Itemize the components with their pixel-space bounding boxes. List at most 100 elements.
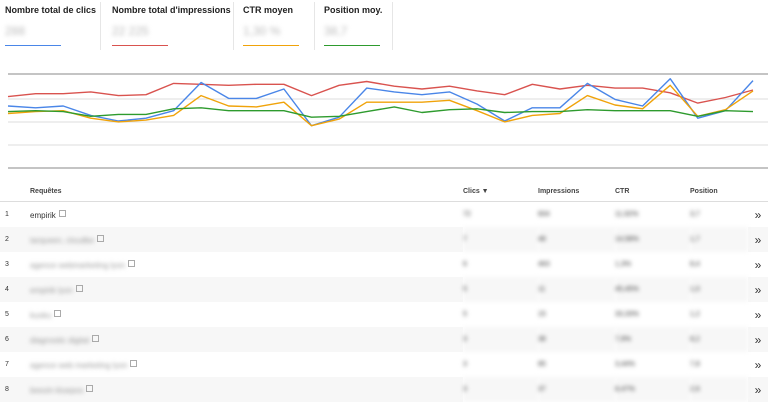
impressions-cell: 48 <box>538 227 615 252</box>
ctr-cell: 11,92% <box>615 211 639 218</box>
query-cell[interactable]: besoin kluepos <box>30 377 463 402</box>
impressions-cell: 604 <box>538 211 550 218</box>
impressions-cell: 463 <box>538 261 550 268</box>
external-link-icon[interactable] <box>128 259 136 267</box>
position-cell: 3,7 <box>690 211 700 218</box>
header-row-number <box>0 181 30 202</box>
metric-value: 22 225 <box>112 24 149 38</box>
ctr-cell: 33,33% <box>615 311 639 318</box>
query-text[interactable]: empirik lyon <box>30 286 73 295</box>
clicks-cell: 7 <box>463 227 538 252</box>
table-row[interactable]: 1 empirik 72 604 11,92% 3,7 » <box>0 202 768 228</box>
ctr-cell: 3,44% <box>615 361 635 368</box>
clicks-cell: 5 <box>463 311 467 318</box>
query-text[interactable]: tarqueen, cloudbe <box>30 236 94 245</box>
query-cell[interactable]: agence webmarketing lyon <box>30 252 463 277</box>
header-impressions[interactable]: Impressions <box>538 181 615 202</box>
chevron-right-icon[interactable]: » <box>748 277 768 302</box>
query-text[interactable]: empirik <box>30 211 56 220</box>
header-actions <box>748 181 768 202</box>
divider <box>233 2 234 50</box>
table-row[interactable]: 7 agence web marketing lyon 3 85 3,44% 7… <box>0 352 768 377</box>
chevron-right-icon[interactable]: » <box>748 227 768 252</box>
metric-total-impressions[interactable]: Nombre total d'impressions 22 225 <box>112 0 231 52</box>
external-link-icon[interactable] <box>86 384 94 392</box>
query-text[interactable]: agence web marketing lyon <box>30 361 127 370</box>
position-cell: 8,2 <box>690 327 748 352</box>
chart-series-line-0 <box>7 80 754 104</box>
metrics-bar: Nombre total de clics 288 Nombre total d… <box>0 0 768 56</box>
position-cell: 1,2 <box>690 311 700 318</box>
divider <box>100 2 101 50</box>
divider <box>314 2 315 50</box>
metric-value: 38,7 <box>324 24 348 38</box>
ctr-cell: 7,9% <box>615 327 690 352</box>
header-ctr[interactable]: CTR <box>615 181 690 202</box>
external-link-icon[interactable] <box>54 309 62 317</box>
row-number: 6 <box>0 327 30 352</box>
query-cell[interactable]: empirik lyon <box>30 277 463 302</box>
clicks-cell: 3 <box>463 361 467 368</box>
clicks-cell: 72 <box>463 211 471 218</box>
table-row[interactable]: 4 empirik lyon 5 11 45,45% 1,0 » <box>0 277 768 302</box>
query-text[interactable]: agence webmarketing lyon <box>30 261 125 270</box>
header-queries[interactable]: Requêtes <box>30 181 463 202</box>
metric-average-position[interactable]: Position moy. 38,7 <box>324 0 394 52</box>
position-cell: 2,6 <box>690 377 748 402</box>
table-row[interactable]: 2 tarqueen, cloudbe 7 48 14,58% 1,7 » <box>0 227 768 252</box>
table-header-row: Requêtes Clics ▼ Impressions CTR Positio… <box>0 181 768 202</box>
metric-value: 1,30 % <box>243 24 281 38</box>
query-cell[interactable]: kuoku <box>30 302 463 327</box>
impressions-cell: 37 <box>538 377 615 402</box>
metric-color-line <box>324 45 380 46</box>
ctr-cell: 45,45% <box>615 277 690 302</box>
chevron-right-icon[interactable]: » <box>748 202 768 228</box>
row-number: 3 <box>5 261 9 268</box>
query-cell[interactable]: tarqueen, cloudbe <box>30 227 463 252</box>
query-cell[interactable]: diagnostic digital <box>30 327 463 352</box>
impressions-cell: 15 <box>538 311 546 318</box>
header-position[interactable]: Position <box>690 181 748 202</box>
row-number: 1 <box>5 211 9 218</box>
clicks-cell: 3 <box>463 377 538 402</box>
ctr-cell: 1,3% <box>615 261 631 268</box>
position-cell: 1,0 <box>690 277 748 302</box>
divider <box>392 2 393 50</box>
chevron-right-icon[interactable]: » <box>748 302 768 327</box>
metric-color-line <box>5 45 61 46</box>
external-link-icon[interactable] <box>97 234 105 242</box>
external-link-icon[interactable] <box>92 334 100 342</box>
metric-label: Nombre total de clics <box>5 5 97 15</box>
position-cell: 7,8 <box>690 361 700 368</box>
metric-color-line <box>112 45 168 46</box>
external-link-icon[interactable] <box>130 359 138 367</box>
query-cell[interactable]: agence web marketing lyon <box>30 352 463 377</box>
chevron-right-icon[interactable]: » <box>748 352 768 377</box>
external-link-icon[interactable] <box>58 209 66 217</box>
impressions-cell: 11 <box>538 277 615 302</box>
metric-label: Position moy. <box>324 5 383 15</box>
query-text[interactable]: kuoku <box>30 311 51 320</box>
metric-total-clicks[interactable]: Nombre total de clics 288 <box>5 0 97 52</box>
row-number: 5 <box>5 311 9 318</box>
metric-color-line <box>243 45 299 46</box>
query-cell[interactable]: empirik <box>30 202 463 228</box>
external-link-icon[interactable] <box>75 284 83 292</box>
table-row[interactable]: 6 diagnostic digital 3 38 7,9% 8,2 » <box>0 327 768 352</box>
chevron-right-icon[interactable]: » <box>748 252 768 277</box>
position-cell: 1,7 <box>690 227 748 252</box>
table-row[interactable]: 3 agence webmarketing lyon 6 463 1,3% 8,… <box>0 252 768 277</box>
query-text[interactable]: diagnostic digital <box>30 336 89 345</box>
metric-value: 288 <box>5 24 26 38</box>
metric-average-ctr[interactable]: CTR moyen 1,30 % <box>243 0 313 52</box>
impressions-cell: 85 <box>538 361 546 368</box>
header-clicks[interactable]: Clics ▼ <box>463 181 538 202</box>
clicks-cell: 3 <box>463 327 538 352</box>
metric-label: CTR moyen <box>243 5 294 15</box>
table-row[interactable]: 5 kuoku 5 15 33,33% 1,2 » <box>0 302 768 327</box>
query-text[interactable]: besoin kluepos <box>30 386 83 395</box>
table-row[interactable]: 8 besoin kluepos 3 37 8,47% 2,6 » <box>0 377 768 402</box>
chevron-right-icon[interactable]: » <box>748 377 768 402</box>
chevron-right-icon[interactable]: » <box>748 327 768 352</box>
metric-label: Nombre total d'impressions <box>112 5 231 15</box>
